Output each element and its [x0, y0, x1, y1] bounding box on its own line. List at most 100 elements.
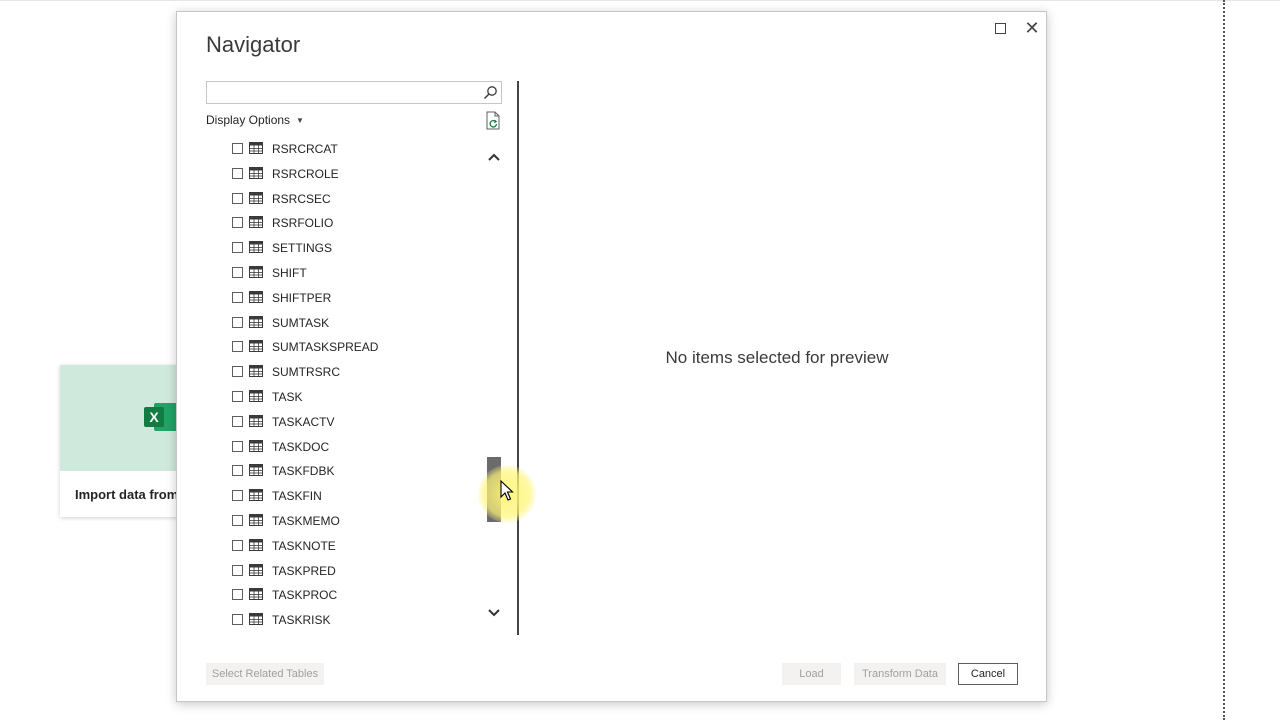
- preview-empty-message: No items selected for preview: [665, 348, 889, 367]
- table-checkbox[interactable]: [232, 267, 243, 278]
- table-name-label: RSRFOLIO: [272, 216, 334, 231]
- table-checkbox[interactable]: [232, 415, 243, 427]
- table-name-label: SUMTASKSPREAD: [272, 340, 379, 355]
- close-icon: ✕: [1024, 18, 1040, 38]
- display-options-label: Display Options: [206, 113, 291, 127]
- table-icon: [249, 166, 263, 179]
- table-checkbox[interactable]: [232, 490, 243, 502]
- table-icon: [249, 290, 263, 303]
- table-row[interactable]: RSRCROLE: [206, 164, 476, 184]
- transform-data-button[interactable]: Transform Data: [854, 663, 946, 685]
- table-checkbox[interactable]: [232, 440, 243, 452]
- table-checkbox[interactable]: [232, 192, 243, 204]
- table-name-label: TASKPROC: [272, 588, 338, 603]
- table-row[interactable]: TASKMEMO: [206, 511, 476, 531]
- table-icon: [249, 365, 263, 378]
- scroll-down-arrow-icon[interactable]: [486, 605, 502, 621]
- table-name-label: SUMTASK: [272, 315, 330, 330]
- table-row[interactable]: SUMTASKSPREAD: [206, 337, 476, 357]
- table-name-label: TASKFDBK: [272, 464, 335, 479]
- table-icon: [249, 464, 263, 477]
- refresh-icon[interactable]: [485, 111, 501, 130]
- table-checkbox[interactable]: [232, 589, 243, 601]
- table-checkbox[interactable]: [232, 167, 243, 179]
- table-checkbox[interactable]: [232, 539, 243, 551]
- table-name-label: SUMTRSRC: [272, 365, 340, 380]
- search-icon[interactable]: [483, 85, 498, 100]
- table-row[interactable]: RSRCRCAT: [206, 139, 476, 159]
- search-box[interactable]: [206, 81, 502, 104]
- navigator-dialog: ✕ Navigator Display Options ▼ RSRCRCAT RSR…: [176, 11, 1047, 702]
- table-row[interactable]: TASKACTV: [206, 412, 476, 432]
- table-name-label: TASK: [272, 390, 303, 404]
- table-icon: [249, 414, 263, 427]
- close-button[interactable]: ✕: [1019, 16, 1045, 40]
- select-related-tables-button[interactable]: Select Related Tables: [206, 663, 324, 685]
- mouse-pointer-icon: [500, 480, 514, 501]
- table-name-label: SHIFTPER: [272, 290, 332, 305]
- table-checkbox[interactable]: [232, 291, 243, 303]
- table-icon: [249, 241, 263, 254]
- table-name-label: TASKNOTE: [272, 538, 336, 553]
- table-icon: [249, 538, 263, 551]
- table-row[interactable]: TASKNOTE: [206, 536, 476, 556]
- table-row[interactable]: TASKFDBK: [206, 461, 476, 481]
- table-row[interactable]: SHIFT: [206, 263, 476, 283]
- load-button[interactable]: Load: [782, 663, 841, 685]
- dialog-title: Navigator: [206, 32, 301, 57]
- table-icon: [249, 439, 263, 452]
- table-checkbox[interactable]: [232, 316, 243, 328]
- table-row[interactable]: TASKRISK: [206, 610, 476, 630]
- table-icon: [249, 216, 263, 229]
- table-checkbox[interactable]: [232, 564, 243, 576]
- table-row[interactable]: TASKDOC: [206, 437, 476, 457]
- table-checkbox[interactable]: [232, 217, 243, 229]
- table-name-label: TASKRISK: [272, 613, 331, 628]
- search-input[interactable]: [211, 82, 480, 104]
- table-icon: [249, 514, 263, 526]
- top-border: [0, 0, 1280, 1]
- table-name-label: SETTINGS: [272, 241, 333, 256]
- list-scrollbar[interactable]: [486, 149, 502, 635]
- table-row[interactable]: SHIFTPER: [206, 288, 476, 308]
- table-icon: [249, 315, 263, 328]
- table-checkbox[interactable]: [232, 391, 243, 402]
- table-checkbox[interactable]: [232, 614, 243, 626]
- table-row[interactable]: SETTINGS: [206, 238, 476, 258]
- maximize-button[interactable]: [987, 16, 1013, 40]
- table-checkbox[interactable]: [232, 143, 243, 154]
- table-row[interactable]: RSRFOLIO: [206, 213, 476, 233]
- table-checkbox[interactable]: [232, 242, 243, 254]
- table-icon: [249, 142, 263, 154]
- table-checkbox[interactable]: [232, 341, 243, 353]
- table-row[interactable]: TASKFIN: [206, 486, 476, 506]
- table-icon: [249, 340, 263, 353]
- table-checkbox[interactable]: [232, 366, 243, 378]
- table-name-label: TASKPRED: [272, 563, 336, 578]
- table-icon: [249, 588, 263, 601]
- table-icon: [249, 563, 263, 576]
- table-name-label: RSRCRCAT: [272, 142, 338, 156]
- caret-down-icon: ▼: [296, 116, 304, 126]
- table-row[interactable]: RSRCSEC: [206, 189, 476, 209]
- table-row[interactable]: SUMTRSRC: [206, 362, 476, 382]
- table-name-label: TASKMEMO: [272, 514, 340, 528]
- table-row[interactable]: SUMTASK: [206, 313, 476, 333]
- card-label: Import data from: [75, 487, 179, 502]
- table-checkbox[interactable]: [232, 515, 243, 526]
- scroll-up-arrow-icon[interactable]: [486, 149, 502, 165]
- table-name-label: TASKDOC: [272, 439, 330, 454]
- table-row[interactable]: TASK: [206, 387, 476, 407]
- table-checkbox[interactable]: [232, 465, 243, 477]
- table-row[interactable]: TASKPRED: [206, 561, 476, 581]
- display-options-dropdown[interactable]: Display Options ▼: [206, 113, 304, 127]
- table-icon: [249, 613, 263, 626]
- cancel-button[interactable]: Cancel: [958, 663, 1018, 685]
- table-icon: [249, 191, 263, 204]
- table-name-label: TASKFIN: [272, 489, 322, 504]
- table-name-label: RSRCROLE: [272, 166, 339, 181]
- table-list: RSRCRCAT RSRCROLE RSRCSEC RSRFOLIO SETTINGS S…: [206, 139, 486, 637]
- table-name-label: SHIFT: [272, 266, 307, 280]
- page-boundary-line: [1223, 0, 1225, 720]
- table-row[interactable]: TASKPROC: [206, 585, 476, 605]
